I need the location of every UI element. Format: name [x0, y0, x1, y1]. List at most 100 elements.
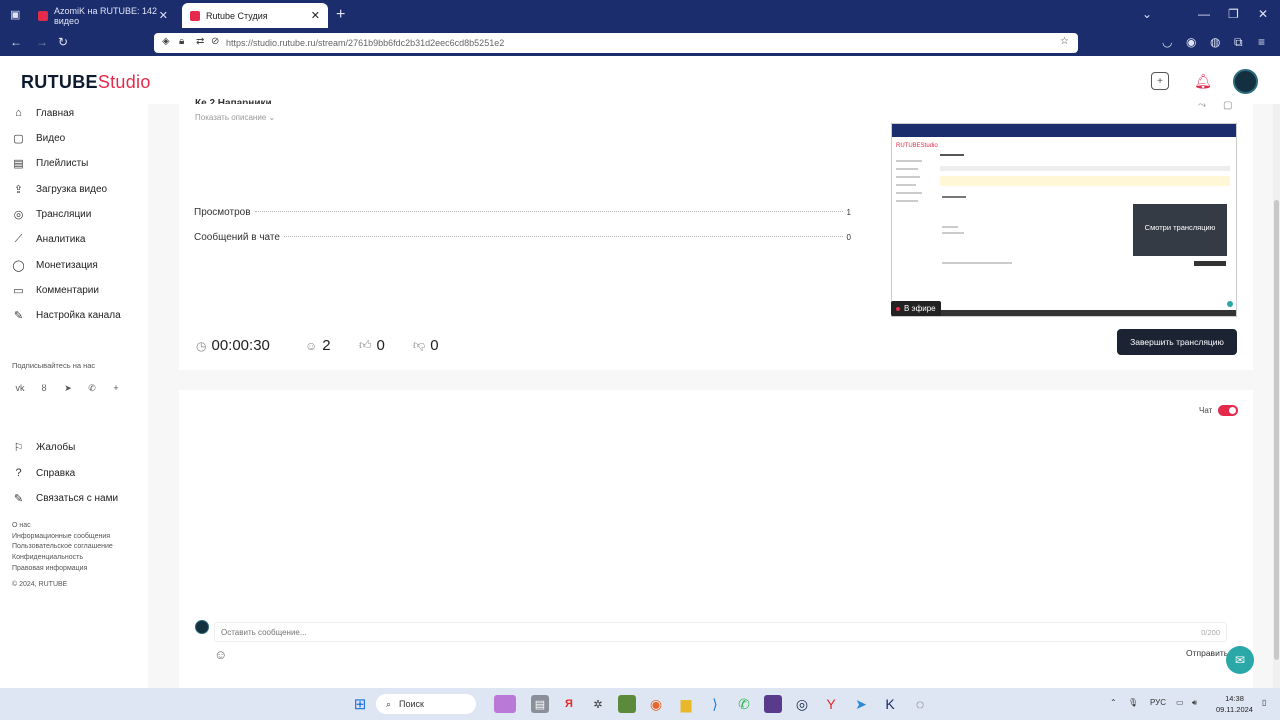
chat-message-input[interactable] [221, 627, 1202, 637]
rutube-favicon-icon [190, 10, 200, 21]
back-icon[interactable]: ← [10, 35, 22, 49]
taskbar-clock[interactable]: 14:38 09.11.2024 [1216, 693, 1253, 715]
new-tab-icon[interactable]: + [336, 6, 345, 24]
sidebar-item-contact[interactable]: ✎ Связаться с нами [12, 488, 118, 508]
tray-overflow-icon[interactable]: ⌃ [1110, 698, 1117, 707]
sidebar-item-analytics[interactable]: ⟋ Аналитика [12, 229, 86, 249]
tab-azomik[interactable]: AzomiK на RUTUBE: 142 видео ✕ [30, 3, 176, 28]
support-chat-icon[interactable]: ✉ [1226, 646, 1254, 674]
tab-list-icon[interactable]: ⌄ [1142, 7, 1152, 21]
sidebar-item-help[interactable]: ? Справка [12, 463, 75, 483]
file-manager-icon[interactable]: ▤ [531, 695, 549, 713]
windows-taskbar [0, 688, 1280, 720]
fullscreen-icon[interactable]: ▢ [1223, 100, 1232, 111]
shield-icon[interactable]: ◈ [162, 36, 170, 47]
send-button[interactable]: Отправить [1186, 648, 1228, 658]
pocket-icon[interactable]: ◡ [1162, 35, 1172, 49]
obs-icon[interactable]: ◌ [911, 695, 929, 713]
reload-icon[interactable]: ↻ [58, 35, 68, 49]
chat-toggle[interactable] [1218, 405, 1238, 416]
minimize-icon[interactable]: — [1198, 7, 1210, 21]
logo-studio: Studio [97, 72, 151, 92]
sidebar-item-channel-settings[interactable]: ✎ Настройка канала [12, 305, 121, 325]
chat-message-field[interactable]: 0/200 [214, 622, 1227, 642]
sidebar-item-monetization[interactable]: ◯ Монетизация [12, 255, 97, 275]
permissions-icon[interactable]: ⇄ [196, 36, 204, 47]
widget-icon[interactable] [494, 695, 516, 713]
user-avatar[interactable] [1233, 69, 1258, 94]
footer-link-info[interactable]: Информационные сообщения [12, 533, 110, 540]
add-content-icon[interactable]: + [1151, 72, 1169, 90]
footer-link-agreement[interactable]: Пользовательское соглашение [12, 543, 113, 550]
telegram-desktop-icon[interactable]: ➤ [852, 695, 870, 713]
sidebar-item-comments[interactable]: ▭ Комментарии [12, 280, 99, 300]
ok-icon[interactable]: ȣ [37, 381, 51, 395]
yandex-icon[interactable]: Я [560, 695, 578, 713]
likes-value: 0 [376, 337, 385, 354]
whatsapp-icon[interactable]: ✆ [735, 695, 753, 713]
complaint-icon: ⚐ [13, 441, 24, 454]
sidebar-item-complaints[interactable]: ⚐ Жалобы [12, 437, 76, 457]
address-bar[interactable]: ◈ 🔒︎ ⇄ ⊘ https://studio.rutube.ru/stream… [154, 33, 1078, 53]
tab-rutube-studio[interactable]: Rutube Студия ✕ [182, 3, 328, 28]
notifications-icon[interactable]: ▯ [1262, 698, 1266, 707]
microphone-icon[interactable]: 🎙︎ [1128, 698, 1138, 707]
sidebar-item-upload[interactable]: ⇪ Загрузка видео [12, 179, 107, 199]
sidebar-item-broadcasts[interactable]: ◎ Трансляции [12, 204, 92, 224]
puzzle-icon[interactable]: ⧉ [1234, 35, 1243, 50]
emoji-icon[interactable]: ☺ [214, 647, 227, 662]
footer-link-about[interactable]: О нас [12, 522, 31, 529]
sidebar-item-video[interactable]: ▢ Видео [12, 128, 65, 148]
forward-icon[interactable]: → [36, 35, 48, 49]
close-window-icon[interactable]: ✕ [1258, 7, 1268, 21]
taskbar-search[interactable]: ⌕ Поиск [376, 694, 476, 714]
app-dark-icon[interactable]: K [881, 695, 899, 713]
extension-badge-icon[interactable]: ◍ [1210, 35, 1220, 49]
network-icon[interactable]: ▭ [1176, 698, 1184, 707]
rutube-studio-logo[interactable]: RUTUBEStudio [21, 72, 151, 93]
playlist-icon: ▤ [13, 157, 24, 170]
folder-icon[interactable]: ▆ [677, 695, 695, 713]
browser-menu-icon[interactable]: ▣ [10, 8, 20, 21]
footer-link-legal[interactable]: Правовая информация [12, 565, 87, 572]
maximize-icon[interactable]: ❐ [1228, 7, 1239, 21]
hamburger-menu-icon[interactable]: ≡ [1258, 35, 1265, 49]
lock-icon[interactable]: 🔒︎ [179, 36, 184, 47]
show-description-link[interactable]: Показать описание ⌄ [195, 113, 275, 122]
likes-counter: 👍︎ 0 [359, 337, 385, 354]
app-icon[interactable]: ✲ [589, 695, 607, 713]
sidebar-item-playlists[interactable]: ▤ Плейлисты [12, 153, 88, 173]
settings-icon: ✎ [13, 309, 24, 322]
yandex-browser-icon[interactable]: Y [822, 695, 840, 713]
preview-line [896, 192, 922, 194]
extension-icon[interactable]: ◉ [1186, 35, 1196, 49]
preview-line [896, 168, 918, 170]
vscode-icon[interactable]: ⟩ [706, 695, 724, 713]
tracking-icon[interactable]: ⊘ [211, 36, 219, 47]
notifications-bell-icon[interactable]: 🔔︎ [1194, 72, 1212, 90]
show-description-label: Показать описание [195, 113, 267, 122]
close-tab-icon[interactable]: ✕ [311, 9, 320, 22]
share-icon[interactable]: ⤳ [1198, 100, 1206, 111]
sidebar-item-label: Загрузка видео [36, 183, 108, 195]
sidebar-item-home[interactable]: ⌂ Главная [12, 103, 74, 123]
preview-line [940, 166, 1230, 171]
telegram-icon[interactable]: ➤ [61, 381, 75, 395]
minecraft-icon[interactable] [618, 695, 636, 713]
end-broadcast-button[interactable]: Завершить трансляцию [1117, 329, 1237, 355]
close-tab-icon[interactable]: ✕ [159, 9, 168, 22]
windows-start-icon[interactable]: ⊞ [351, 695, 369, 713]
scrollbar-thumb[interactable] [1274, 200, 1279, 660]
footer-link-privacy[interactable]: Конфиденциальность [12, 554, 83, 561]
firefox-icon[interactable]: ◉ [647, 695, 665, 713]
plus-icon[interactable]: + [109, 381, 123, 395]
stream-preview[interactable]: RUTUBEStudio Смотри трансляцию [891, 123, 1237, 317]
volume-icon[interactable]: 🔊︎ [1192, 698, 1197, 708]
sidebar-item-label: Аналитика [36, 233, 86, 245]
steam-icon[interactable]: ◎ [793, 695, 811, 713]
language-indicator[interactable]: РУС [1150, 698, 1166, 707]
bookmark-star-icon[interactable]: ☆ [1060, 36, 1069, 47]
vk-icon[interactable]: vk [13, 381, 27, 395]
app-purple-icon[interactable] [764, 695, 782, 713]
viber-icon[interactable]: ✆ [85, 381, 99, 395]
